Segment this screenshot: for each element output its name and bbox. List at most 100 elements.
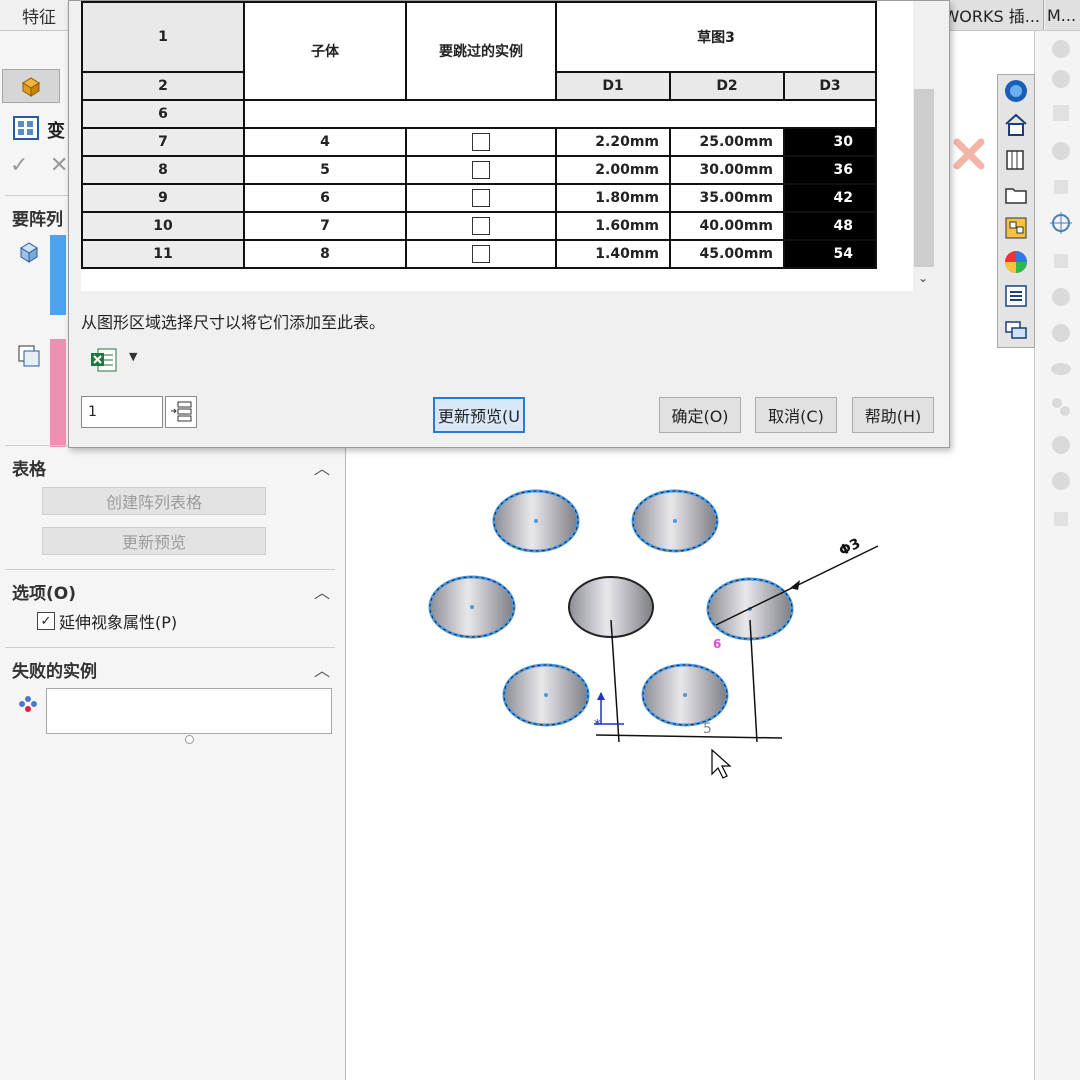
home-icon[interactable] <box>1001 111 1031 139</box>
ok-check-icon[interactable]: ✓ <box>10 153 28 178</box>
propagate-visual-properties-label: 延伸视象属性(P) <box>59 613 178 632</box>
d1-cell[interactable]: 2.20mm <box>555 127 671 157</box>
model-sketch[interactable]: Φ3 5 6 * <box>346 440 906 800</box>
d3-cell[interactable]: 36 <box>783 155 877 185</box>
body-cell[interactable]: 7 <box>243 211 407 241</box>
faces-selection-box[interactable] <box>50 339 66 447</box>
sketch-tool-icon[interactable] <box>1047 394 1075 420</box>
skip-instance-cell[interactable] <box>405 155 557 185</box>
hole-instance[interactable] <box>631 489 719 553</box>
empty-row[interactable] <box>243 99 877 129</box>
svg-text:*: * <box>594 718 601 733</box>
sketch-tool-icon[interactable] <box>1047 36 1075 62</box>
excel-dropdown-caret-icon[interactable]: ▼ <box>129 350 137 363</box>
feature-manager-tab[interactable] <box>2 69 60 103</box>
skip-checkbox[interactable] <box>472 161 490 179</box>
create-pattern-table-button[interactable]: 创建阵列表格 <box>42 487 266 515</box>
instance-number-input[interactable]: 1 <box>81 396 163 428</box>
file-explorer-icon[interactable] <box>1001 181 1031 209</box>
sketch-tool-icon[interactable] <box>1047 100 1075 126</box>
d2-cell[interactable]: 45.00mm <box>669 239 785 269</box>
d2-cell[interactable]: 30.00mm <box>669 155 785 185</box>
hole-instance[interactable] <box>492 489 580 553</box>
skip-instance-cell[interactable] <box>405 211 557 241</box>
skip-checkbox[interactable] <box>472 189 490 207</box>
d3-cell[interactable]: 48 <box>783 211 877 241</box>
sketch-tool-icon[interactable] <box>1047 248 1075 274</box>
body-cell[interactable]: 5 <box>243 155 407 185</box>
row-number: 11 <box>81 239 245 269</box>
sketch-tool-icon[interactable] <box>1047 468 1075 494</box>
skip-instance-cell[interactable] <box>405 239 557 269</box>
d1-cell[interactable]: 1.60mm <box>555 211 671 241</box>
design-library-icon[interactable] <box>1001 145 1031 173</box>
skip-instance-cell[interactable] <box>405 127 557 157</box>
add-rows-button[interactable] <box>165 396 197 428</box>
solidworks-resources-icon[interactable] <box>1001 77 1031 105</box>
confirmation-corner-cancel-icon[interactable] <box>951 136 987 172</box>
skip-instance-cell[interactable] <box>405 183 557 213</box>
mouse-cursor-icon <box>711 748 732 779</box>
d2-cell[interactable]: 40.00mm <box>669 211 785 241</box>
body-cell[interactable]: 8 <box>243 239 407 269</box>
pattern-section-label: 要阵列 <box>12 210 63 230</box>
hole-instance[interactable] <box>641 663 729 727</box>
crosshair-icon[interactable] <box>1047 210 1075 236</box>
sketch-tool-icon[interactable] <box>1047 138 1075 164</box>
propagate-visual-properties-option[interactable]: ✓ 延伸视象属性(P) <box>37 609 177 633</box>
sketch-tool-icon[interactable] <box>1047 432 1075 458</box>
scrollbar-thumb[interactable] <box>914 89 934 267</box>
sketch-tool-icon[interactable] <box>1047 356 1075 382</box>
cancel-button[interactable]: 取消(C) <box>755 397 837 433</box>
d1-cell[interactable]: 1.40mm <box>555 239 671 269</box>
resize-handle[interactable] <box>185 735 194 744</box>
pattern-table-dialog: 1 子体 要跳过的实例 草图3 2 D1 D2 D3 6 7 4 2.20mm … <box>68 0 950 448</box>
collapse-chevron-icon[interactable]: ︿ <box>314 455 330 479</box>
d3-cell[interactable]: 30 <box>783 127 877 157</box>
collapse-chevron-icon[interactable]: ︿ <box>314 657 330 681</box>
skip-checkbox[interactable] <box>472 217 490 235</box>
d1-cell[interactable]: 1.80mm <box>555 183 671 213</box>
sketch-tool-icon[interactable] <box>1047 506 1075 532</box>
collapse-chevron-icon[interactable]: ︿ <box>314 579 330 603</box>
forum-icon[interactable] <box>1001 316 1031 344</box>
d1-cell[interactable]: 2.00mm <box>555 155 671 185</box>
failed-instances-label: 失败的实例 <box>12 662 97 682</box>
hole-instance[interactable] <box>502 663 590 727</box>
sketch-tool-icon[interactable] <box>1047 284 1075 310</box>
hole-instance[interactable] <box>428 575 516 639</box>
d3-cell[interactable]: 54 <box>783 239 877 269</box>
update-preview-button-disabled[interactable]: 更新预览 <box>42 527 266 555</box>
scroll-down-arrow-icon[interactable]: ⌄ <box>918 271 928 285</box>
d2-cell[interactable]: 25.00mm <box>669 127 785 157</box>
table-header-row-2: 2 <box>81 71 245 101</box>
sketch-tool-icon[interactable] <box>1047 66 1075 92</box>
excel-export-button[interactable] <box>87 345 121 375</box>
help-button[interactable]: 帮助(H) <box>852 397 934 433</box>
view-palette-icon[interactable] <box>1001 214 1031 242</box>
spacing-dimension-label[interactable]: 5 <box>703 721 712 737</box>
sketch-tool-icon[interactable] <box>1047 174 1075 200</box>
sketch-tool-icon[interactable] <box>1047 320 1075 346</box>
checkbox-checked[interactable]: ✓ <box>37 612 55 630</box>
tab-more[interactable]: M... <box>1045 0 1080 30</box>
table-scrollbar[interactable]: ⌄ <box>913 1 935 291</box>
tab-solidworks-addins[interactable]: DWORKS 插... <box>942 0 1044 30</box>
skip-checkbox[interactable] <box>472 245 490 263</box>
body-cell[interactable]: 6 <box>243 183 407 213</box>
body-cell[interactable]: 4 <box>243 127 407 157</box>
custom-properties-icon[interactable] <box>1001 282 1031 310</box>
cancel-x-icon[interactable]: ✕ <box>50 153 68 178</box>
d2-cell[interactable]: 35.00mm <box>669 183 785 213</box>
column-header-sketch3: 草图3 <box>555 1 877 73</box>
instances-icon <box>16 694 40 718</box>
appearances-icon[interactable] <box>1001 248 1031 276</box>
failed-instances-list[interactable] <box>46 688 332 734</box>
skip-checkbox[interactable] <box>472 133 490 151</box>
bodies-selection-box[interactable] <box>50 235 66 315</box>
update-preview-button[interactable]: 更新预览(U <box>433 397 525 433</box>
d3-cell[interactable]: 42 <box>783 183 877 213</box>
instruction-text: 从图形区域选择尺寸以将它们添加至此表。 <box>81 313 386 332</box>
ok-button[interactable]: 确定(O) <box>659 397 741 433</box>
table-row: 8 5 2.00mm 30.00mm 36 <box>81 155 877 185</box>
